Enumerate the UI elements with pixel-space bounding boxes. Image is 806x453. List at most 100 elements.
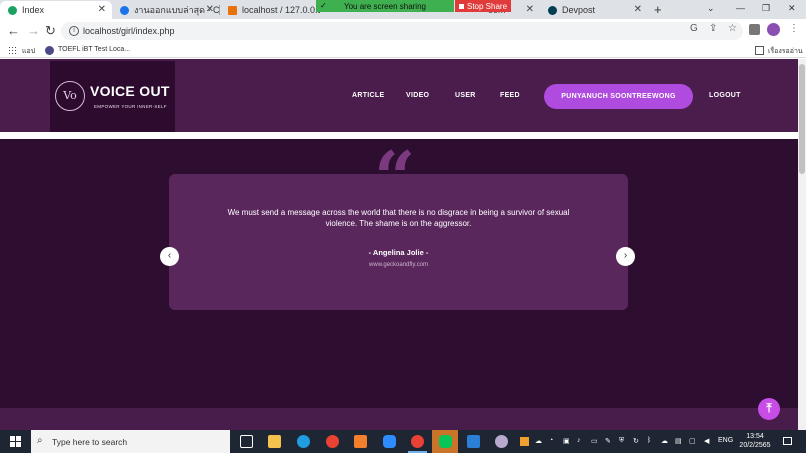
reading-list-icon[interactable] [755,46,764,55]
logo-tagline: EMPOWER YOUR INNER-SELF [94,104,167,109]
carousel-next-icon[interactable]: › [616,247,635,266]
share-page-icon[interactable]: ⇪ [709,23,717,34]
url-text: localhost/girl/index.php [83,26,175,36]
tray-network-icon[interactable]: ▤ [675,437,682,445]
close-tab-icon[interactable]: ✕ [634,4,642,15]
edge-icon[interactable] [297,435,310,448]
stop-share-button[interactable]: Stop Share [455,0,511,12]
share-icon: ✓ [320,1,327,10]
screen-sharing-text: You are screen sharing [344,1,426,11]
phpmyadmin-favicon-icon [228,5,237,15]
language-indicator[interactable]: ENG [718,437,733,444]
restore-icon[interactable]: ❐ [762,3,770,14]
tray-cloud2-icon[interactable]: ☁ [661,437,668,445]
vscode-icon[interactable] [467,435,480,448]
webpage-viewport: Vo VOICE OUT EMPOWER YOUR INNER-SELF ART… [0,59,798,430]
windows-taskbar: ⌕ Type here to search ☁ ◔ ▣ ♪ ▭ ✎ ⛨ ↻ ᛒ … [0,430,806,453]
menu-kebab-icon[interactable]: ⋮ [789,23,799,34]
quote-text: We must send a message across the world … [227,208,570,228]
clock-date: 20/2/2565 [739,442,771,449]
tray-shield-icon[interactable]: ⛨ [619,437,624,445]
check-favicon-icon [8,5,17,15]
bookmark-star-icon[interactable]: ☆ [728,23,737,34]
logo-mark: Vo [55,81,85,111]
canva-favicon-icon [120,5,129,15]
back-to-top-icon[interactable]: ⤒ [758,398,780,420]
reload-icon[interactable]: ↻ [45,24,56,38]
tab-label: localhost / 127.0.0.1 / [242,5,320,15]
close-tab-icon[interactable]: ✕ [206,4,214,15]
tab-phpmyadmin[interactable]: localhost / 127.0.0.1 / [220,1,320,19]
nav-feed[interactable]: FEED [500,92,520,99]
tray-wifi-icon[interactable]: ◔ [549,437,553,444]
tab-label: Index [22,5,45,15]
notifications-icon[interactable] [783,437,792,445]
search-icon: ⌕ [37,435,43,446]
taskbar-search-placeholder: Type here to search [52,436,128,447]
forward-arrow-icon[interactable]: → [27,24,40,38]
app-icon[interactable] [495,435,508,448]
nav-user[interactable]: USER [455,92,476,99]
logo-name: VOICE OUT [90,83,170,99]
address-bar[interactable]: i localhost/girl/index.php [61,22,743,40]
toefl-favicon-icon [45,46,54,55]
google-lens-icon[interactable]: G [690,23,698,34]
site-info-icon[interactable]: i [69,26,79,36]
xampp-icon[interactable] [354,435,367,448]
back-arrow-icon[interactable]: ← [7,24,20,38]
footer-band [0,408,798,430]
taskbar-clock[interactable]: 13:54 20/2/2565 [738,432,772,450]
stop-share-label: Stop Share [466,1,508,11]
scrollbar-thumb[interactable] [799,64,805,174]
new-tab-button[interactable]: + [654,2,662,17]
tray-app-icon[interactable] [520,437,529,446]
tray-cam-icon[interactable]: ▣ [563,437,570,445]
quote-source: www.geckoandfly.com [369,262,428,268]
tray-volume-icon[interactable]: ◀ [704,437,709,445]
tab-label: Devpost [562,5,596,15]
screen-sharing-banner: ✓ You are screen sharing [316,0,454,12]
tab-devpost[interactable]: Devpost ✕ [540,1,648,19]
minimize-icon[interactable]: — [736,3,745,13]
profile-avatar[interactable] [767,23,780,36]
apps-grid-icon[interactable] [8,46,17,55]
tab-search-chevron-icon[interactable]: ⌄ [707,3,715,14]
reading-list-label[interactable]: เรื่องรออ่าน [768,46,803,57]
devpost-favicon-icon [548,5,557,15]
line-icon[interactable] [439,435,452,448]
tray-tool-icon[interactable]: ✎ [605,437,611,445]
windows-start-icon[interactable] [10,436,21,447]
site-logo[interactable]: Vo VOICE OUT EMPOWER YOUR INNER-SELF [50,61,175,132]
quote-author: - Angelina Jolie - [368,248,429,257]
bookmark-apps[interactable]: แอป [22,46,35,57]
window-close-icon[interactable]: ✕ [788,3,796,14]
tray-sync-icon[interactable]: ↻ [633,437,639,445]
bookmarks-bar: แอป TOEFL iBT Test Loca... เรื่องรออ่าน [0,43,806,58]
stop-icon [458,3,464,9]
task-view-icon[interactable] [240,435,253,448]
tray-cloud-icon[interactable]: ☁ [535,437,542,445]
extensions-icon[interactable] [749,24,760,35]
close-tab-icon[interactable]: ✕ [98,4,106,15]
chrome-icon[interactable] [326,435,339,448]
tray-battery-icon[interactable]: ▭ [591,437,598,445]
quote-card: We must send a message across the world … [169,174,628,310]
zoom-icon[interactable] [383,435,396,448]
quote-section: “ We must send a message across the worl… [0,139,798,430]
clock-time: 13:54 [746,433,764,440]
logout-link[interactable]: LOGOUT [709,92,741,99]
carousel-prev-icon[interactable]: ‹ [160,247,179,266]
tray-display-icon[interactable]: ▢ [689,437,696,445]
user-profile-button[interactable]: PUNYANUCH SOONTREEWONG [544,84,693,109]
close-tab-icon[interactable]: ✕ [526,4,534,15]
tray-mic-icon[interactable]: ♪ [577,437,581,444]
nav-video[interactable]: VIDEO [406,92,429,99]
chrome-active-icon[interactable] [408,435,427,453]
tab-canva[interactable]: งานออกแบบล่าสุด - Canva ✕ [112,1,220,19]
bookmark-toefl[interactable]: TOEFL iBT Test Loca... [58,46,130,53]
tray-bluetooth-icon[interactable]: ᛒ [647,437,651,444]
nav-article[interactable]: ARTICLE [352,92,384,99]
file-explorer-icon[interactable] [268,435,281,448]
tab-index[interactable]: Index ✕ [0,1,112,19]
taskbar-search-box[interactable]: ⌕ Type here to search [31,430,230,453]
